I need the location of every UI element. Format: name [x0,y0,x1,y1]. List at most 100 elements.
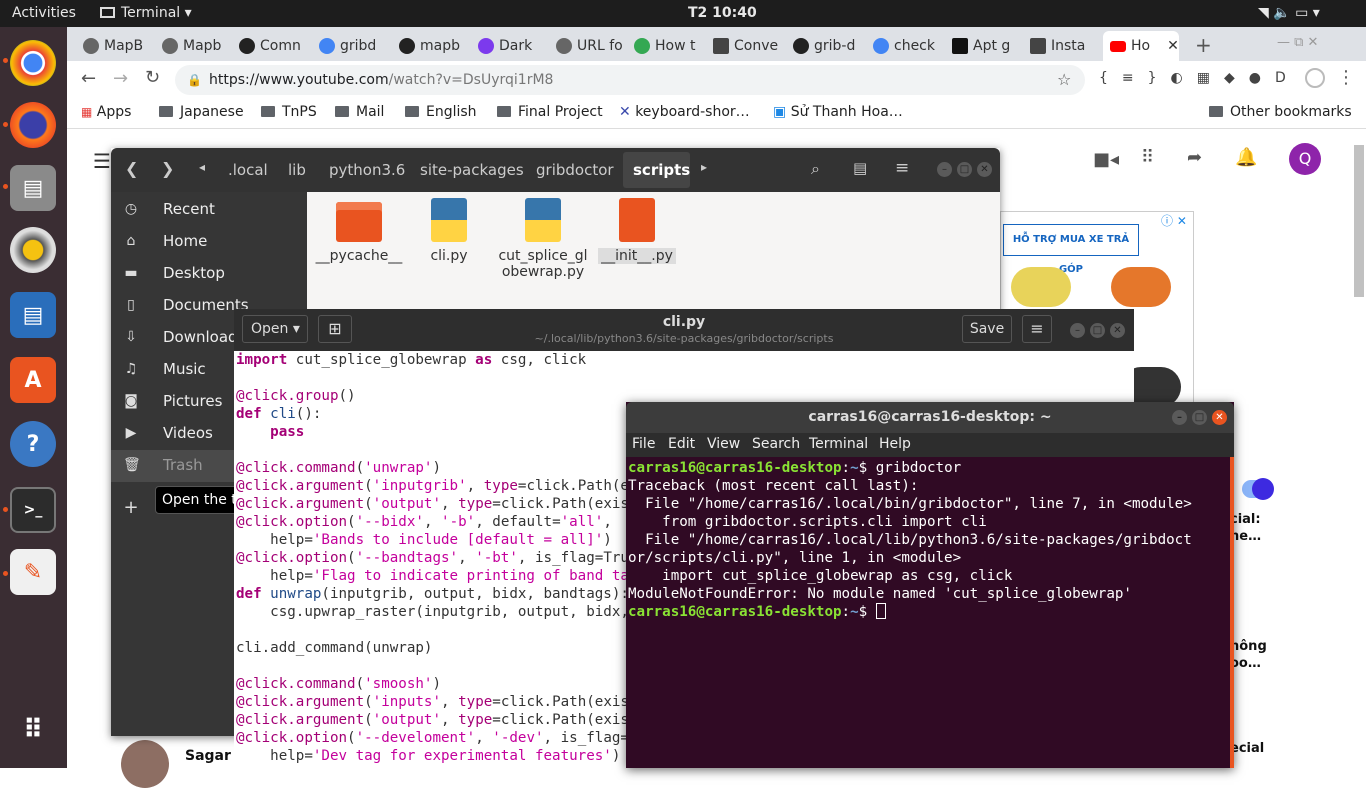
yt-avatar[interactable]: Q [1289,143,1321,175]
yt-share-icon[interactable]: ➦ [1187,147,1202,168]
firefox-icon[interactable] [10,102,56,148]
bookmark-mail[interactable]: Mail [335,104,384,120]
minimize-button[interactable]: – [1172,410,1187,425]
tab-1[interactable]: MapB [83,31,155,61]
tab-6[interactable]: Dark [478,31,550,61]
side-video-title[interactable]: ecial [1230,741,1264,756]
menu-file[interactable]: File [632,436,655,452]
file-item[interactable]: __pycache__ [311,202,407,264]
tab-2[interactable]: Mapb [162,31,234,61]
terminal-scrollbar[interactable] [1230,457,1234,768]
tab-9[interactable]: Conve [713,31,785,61]
profile-icon[interactable] [1305,68,1325,88]
menu-terminal[interactable]: Terminal [809,436,868,452]
software-icon[interactable]: A [10,357,56,403]
menu-edit[interactable]: Edit [668,436,695,452]
tab-8[interactable]: How t [634,31,706,61]
tab-11[interactable]: check [873,31,945,61]
back-button[interactable]: ← [81,68,96,89]
menu-search[interactable]: Search [752,436,800,452]
file-item[interactable]: cut_splice_globewrap.py [495,198,591,280]
path-left-arrow[interactable]: ◂ [199,160,205,174]
yt-notifications-icon[interactable]: 🔔 [1235,147,1257,168]
bookmark-tnps[interactable]: TnPS [261,104,317,120]
path-site-packages[interactable]: site-packages [420,161,524,179]
side-video-title[interactable]: hông [1230,639,1267,654]
file-item[interactable]: cli.py [401,198,497,264]
extension-icons[interactable]: {≡}◐▦◆●D [1099,70,1300,86]
close-button[interactable]: ✕ [1212,410,1227,425]
tab-3[interactable]: Comn [239,31,311,61]
path-scripts[interactable]: scripts [633,161,690,179]
file-item[interactable]: __init__.py [589,198,685,264]
close-tab-icon[interactable]: ✕ [1167,38,1179,54]
sidebar-item-recent[interactable]: ◷ Recent [111,194,307,226]
tab-active-youtube[interactable]: Ho ✕ [1103,31,1179,61]
terminal-output[interactable]: carras16@carras16-desktop:~$ gribdoctor … [626,457,1230,768]
yt-upload-icon[interactable]: ■◂ [1093,149,1119,170]
save-button[interactable]: Save [962,315,1012,343]
maximize-button[interactable]: □ [1090,323,1105,338]
help-icon[interactable]: ? [10,421,56,467]
bookmark-japanese[interactable]: Japanese [159,104,244,120]
bookmark-su-thanh-hoa[interactable]: ▣ Sử Thanh Hoa… [773,104,903,120]
yt-menu-icon[interactable]: ☰ [93,149,111,173]
side-video-title[interactable]: oo… [1230,656,1261,671]
bookmark-star-icon[interactable]: ☆ [1057,65,1071,95]
forward-button[interactable]: ❯ [161,159,174,178]
side-video-title[interactable]: cial: [1230,512,1261,527]
status-icons[interactable]: ◥ 🔈 ▭ ▾ [1258,5,1320,21]
tab-7[interactable]: URL fo [556,31,628,61]
other-bookmarks[interactable]: Other bookmarks [1209,104,1352,120]
tab-5[interactable]: mapb [399,31,471,61]
bookmark-keyboard-shortcuts[interactable]: ✕ keyboard-shor… [619,104,750,120]
close-button[interactable]: ✕ [1110,323,1125,338]
menu-icon[interactable]: ⋮ [1337,67,1355,88]
tab-10[interactable]: grib-d [793,31,865,61]
forward-button[interactable]: → [113,68,128,89]
minimize-button[interactable]: – [1070,323,1085,338]
bookmark-final-project[interactable]: Final Project [497,104,603,120]
tab-12[interactable]: Apt g [952,31,1024,61]
text-editor-icon[interactable]: ✎ [10,549,56,595]
new-tab-button[interactable]: + [1195,33,1212,57]
menu-icon[interactable]: ≡ [1022,315,1052,343]
search-icon[interactable]: ⌕ [811,159,820,179]
show-apps-icon[interactable]: ⠿ [10,707,56,753]
maximize-button[interactable]: □ [957,162,972,177]
path-local[interactable]: .local [228,161,268,179]
files-icon[interactable]: ▤ [10,165,56,211]
open-button[interactable]: Open ▾ [242,315,308,343]
address-bar[interactable]: 🔒 https://www.youtube.com/watch?v=DsUyrq… [175,65,1085,95]
minimize-button[interactable]: – [937,162,952,177]
path-gribdoctor[interactable]: gribdoctor [536,161,614,179]
terminal-dock-icon[interactable]: >_ [10,487,56,533]
maximize-button[interactable]: □ [1192,410,1207,425]
path-python[interactable]: python3.6 [329,161,405,179]
menu-help[interactable]: Help [879,436,911,452]
rhythmbox-icon[interactable] [10,227,56,273]
new-tab-icon[interactable]: ⊞ [318,315,352,343]
ad-close-icon[interactable]: ⓘ ✕ [1161,212,1187,229]
autoplay-toggle[interactable] [1242,478,1274,500]
page-scrollbar[interactable] [1354,145,1364,297]
menu-view[interactable]: View [707,436,740,452]
back-button[interactable]: ❮ [125,159,138,178]
close-button[interactable]: ✕ [977,162,992,177]
menu-icon[interactable]: ≡ [895,158,909,178]
yt-apps-icon[interactable]: ⠿ [1141,147,1154,168]
tab-4[interactable]: gribd [319,31,391,61]
bookmark-english[interactable]: English [405,104,477,120]
side-video-title[interactable]: ne… [1230,529,1261,544]
commenter-avatar[interactable] [121,740,169,788]
view-options-icon[interactable]: ▤ [853,159,867,177]
chrome-icon[interactable] [10,40,56,86]
path-right-arrow[interactable]: ▸ [701,160,707,174]
app-menu[interactable]: Terminal ▾ [100,5,192,21]
window-controls[interactable]: — ⧉ ✕ [1277,35,1318,50]
clock[interactable]: T2 10:40 [688,5,757,21]
path-lib[interactable]: lib [288,161,306,179]
activities-button[interactable]: Activities [12,5,76,21]
sidebar-item-desktop[interactable]: ▬ Desktop [111,258,307,290]
bookmark-apps[interactable]: ▦ Apps [81,104,131,120]
